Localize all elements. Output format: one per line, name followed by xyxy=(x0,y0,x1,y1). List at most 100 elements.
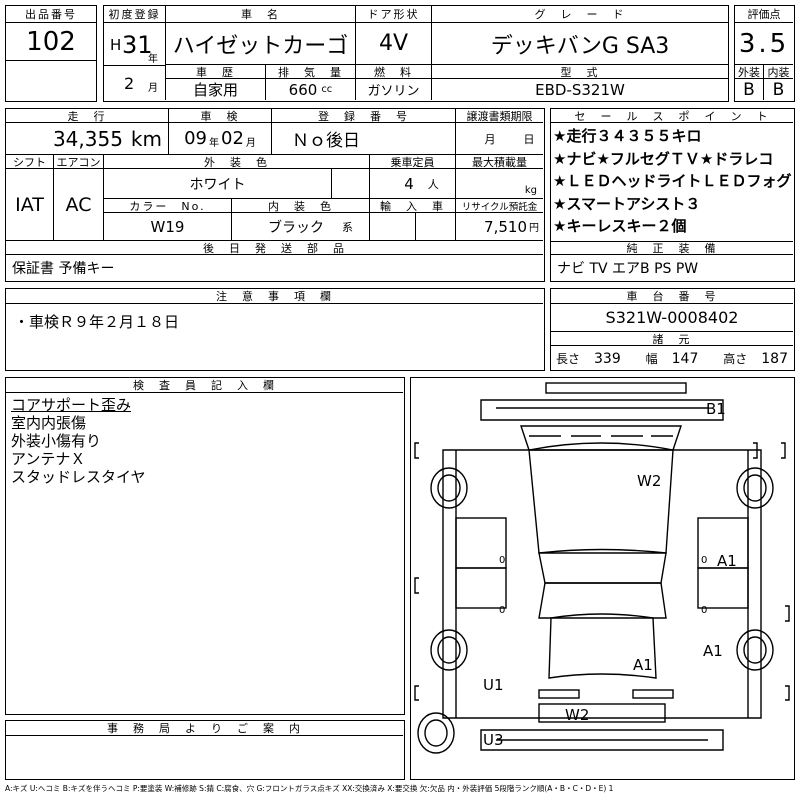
damage-mark-u3: U3 xyxy=(483,731,504,749)
damage-mark-w2-rear: W2 xyxy=(565,706,589,724)
damage-mark-a1-right-door: A1 xyxy=(717,552,737,570)
interior-color-unit: 系 xyxy=(342,220,353,234)
transfer-month-unit: 月 xyxy=(484,132,496,146)
aircon-label: エアコン xyxy=(54,155,104,169)
vehicle-header-block: 初度登録 車 名 ドア形状 グ レ ー ド H 31 年 2 月 ハイゼットカー… xyxy=(103,5,729,102)
shift-value: IAT xyxy=(6,169,54,241)
sales-points-list: ★走行３４３５５キロ ★ナビ★フルセグＴＶ★ドラレコ ★ＬＥＤヘッドライトＬＥＤ… xyxy=(553,125,793,238)
month-unit: 月 xyxy=(148,83,158,94)
interior-color-cell: ブラック 系 xyxy=(232,213,370,241)
import-cell-2 xyxy=(416,213,456,241)
office-label: 事 務 局 よ り ご 案 内 xyxy=(6,721,403,736)
damage-mark-w2-roof: W2 xyxy=(637,472,661,490)
color-code-label: カラー No. xyxy=(104,199,232,213)
mileage-unit: km xyxy=(130,126,162,151)
era-letter: H xyxy=(110,36,122,54)
damage-mark-a1-right-rear: A1 xyxy=(703,642,723,660)
mileage-value: 34,355 xyxy=(52,126,123,151)
exterior-color-extra xyxy=(332,169,370,199)
front-bumper xyxy=(480,399,724,421)
spare-wheel xyxy=(417,712,455,754)
sales-point: ★スマートアシスト３ xyxy=(553,194,701,213)
dimensions-label: 諸 元 xyxy=(551,332,793,346)
interior-color-value: ブラック xyxy=(268,219,324,236)
width-label: 幅 xyxy=(645,351,658,366)
score-block: 評価点 3.5 外装 内装 B B xyxy=(734,5,795,102)
length-label: 長さ xyxy=(556,351,581,366)
recycle-unit: 円 xyxy=(529,223,539,234)
inspection-month: 02 xyxy=(221,128,244,149)
sales-point: ★キーレスキー２個 xyxy=(553,217,687,235)
displacement-label: 排 気 量 xyxy=(266,65,356,79)
model-code-label: 型 式 xyxy=(432,65,728,79)
later-shipment-label: 後 日 発 送 部 品 xyxy=(6,241,543,255)
color-code-value: W19 xyxy=(104,213,232,241)
interior-grade-label: 内装 xyxy=(764,65,793,79)
front-panel xyxy=(520,425,682,451)
wheel-rear-right xyxy=(736,629,774,671)
registration-number-value: Ｎｏ後日 xyxy=(272,123,456,155)
inspection-month-unit: 月 xyxy=(245,138,256,149)
sales-points-section: セ ー ル ス ポ イ ン ト ★走行３４３５５キロ ★ナビ★フルセグＴＶ★ドラ… xyxy=(550,108,795,282)
seats-value: 4 xyxy=(404,174,414,193)
handle-mark: 0 xyxy=(701,555,707,566)
inspector-section: 検 査 員 記 入 欄 コアサポート歪み 室内内張傷 外装小傷有り アンテナＸ … xyxy=(5,377,405,715)
inspector-note: 室内内張傷 xyxy=(11,414,87,432)
displacement-unit: cc xyxy=(321,84,333,95)
handle-mark: 0 xyxy=(499,605,505,616)
rear-light-left xyxy=(538,689,580,699)
registration-year-cell: H 31 年 2 月 xyxy=(104,23,166,100)
handle-mark: 0 xyxy=(701,605,707,616)
standard-equipment-label: 純 正 装 備 xyxy=(551,241,793,255)
chassis-number-label: 車 台 番 号 xyxy=(551,289,793,304)
grade-value: デッキバンG SA3 xyxy=(432,23,728,65)
lot-number-block: 出品番号 102 xyxy=(5,5,97,102)
recycle-label: リサイクル預託金 xyxy=(456,199,543,213)
lot-number-value: 102 xyxy=(6,23,96,61)
exterior-grade-label: 外装 xyxy=(735,65,764,79)
height-label: 高さ xyxy=(723,351,748,366)
notes-label: 注 意 事 項 欄 xyxy=(6,289,543,304)
wheel-front-left-inner xyxy=(437,474,461,502)
registration-divider xyxy=(104,65,165,66)
year-unit: 年 xyxy=(148,54,158,65)
recycle-value: 7,510 xyxy=(484,217,527,236)
roof-rear xyxy=(538,582,667,619)
wheel-front-left xyxy=(430,467,468,509)
notes-section: 注 意 事 項 欄 ・車検Ｒ９年２月１８日 xyxy=(5,288,545,371)
legend-footer: A:キズ U:ヘコミ B:キズを伴うヘコミ P:要塗装 W:補修跡 S:錆 C:… xyxy=(5,784,614,793)
height-value: 187 xyxy=(761,350,788,367)
right-rear-door xyxy=(697,567,749,609)
inspector-notes: コアサポート歪み 室内内張傷 外装小傷有り アンテナＸ スタッドレスタイヤ xyxy=(11,396,146,486)
dimensions-row: 長さ 339 幅 147 高さ 187 xyxy=(551,346,793,369)
sales-point: ★走行３４３５５キロ xyxy=(553,127,702,145)
score-label: 評価点 xyxy=(735,6,793,23)
history-value: 自家用 xyxy=(166,79,266,100)
windshield xyxy=(528,442,674,554)
fuel-value: ガソリン xyxy=(356,79,432,100)
damage-mark-u1: U1 xyxy=(483,676,504,694)
displacement-cell: 660 cc xyxy=(266,79,356,100)
history-label: 車 歴 xyxy=(166,65,266,79)
wheel-rear-left xyxy=(430,629,468,671)
front-bumper-top xyxy=(545,382,687,394)
header-section: 出品番号 102 初度登録 車 名 ドア形状 グ レ ー ド H 31 年 2 … xyxy=(5,5,795,102)
fuel-label: 燃 料 xyxy=(356,65,432,79)
exterior-grade-value: B xyxy=(735,79,764,100)
max-load-unit: kg xyxy=(524,185,537,196)
rear-brackets xyxy=(414,685,790,701)
transfer-deadline-cell: 月 日 xyxy=(456,123,543,155)
handle-mark: 0 xyxy=(499,555,505,566)
interior-color-label: 内 装 色 xyxy=(232,199,370,213)
car-diagram-section: 0 0 0 0 B1 W2 A1 A1 A1 U1 W2 U3 xyxy=(410,377,795,780)
max-load-label: 最大積載量 xyxy=(456,155,543,169)
inspector-note: 外装小傷有り xyxy=(11,432,102,450)
chassis-section: 車 台 番 号 S321W-0008402 諸 元 長さ 339 幅 147 高… xyxy=(550,288,795,371)
interior-grade-value: B xyxy=(772,79,785,100)
width-item: 幅 147 xyxy=(646,348,699,368)
transfer-day-unit: 日 xyxy=(523,132,535,146)
width-value: 147 xyxy=(671,350,699,367)
seats-label: 乗車定員 xyxy=(370,155,456,169)
spare-wheel-inner xyxy=(424,719,448,747)
inspection-year: 09 xyxy=(184,128,207,149)
